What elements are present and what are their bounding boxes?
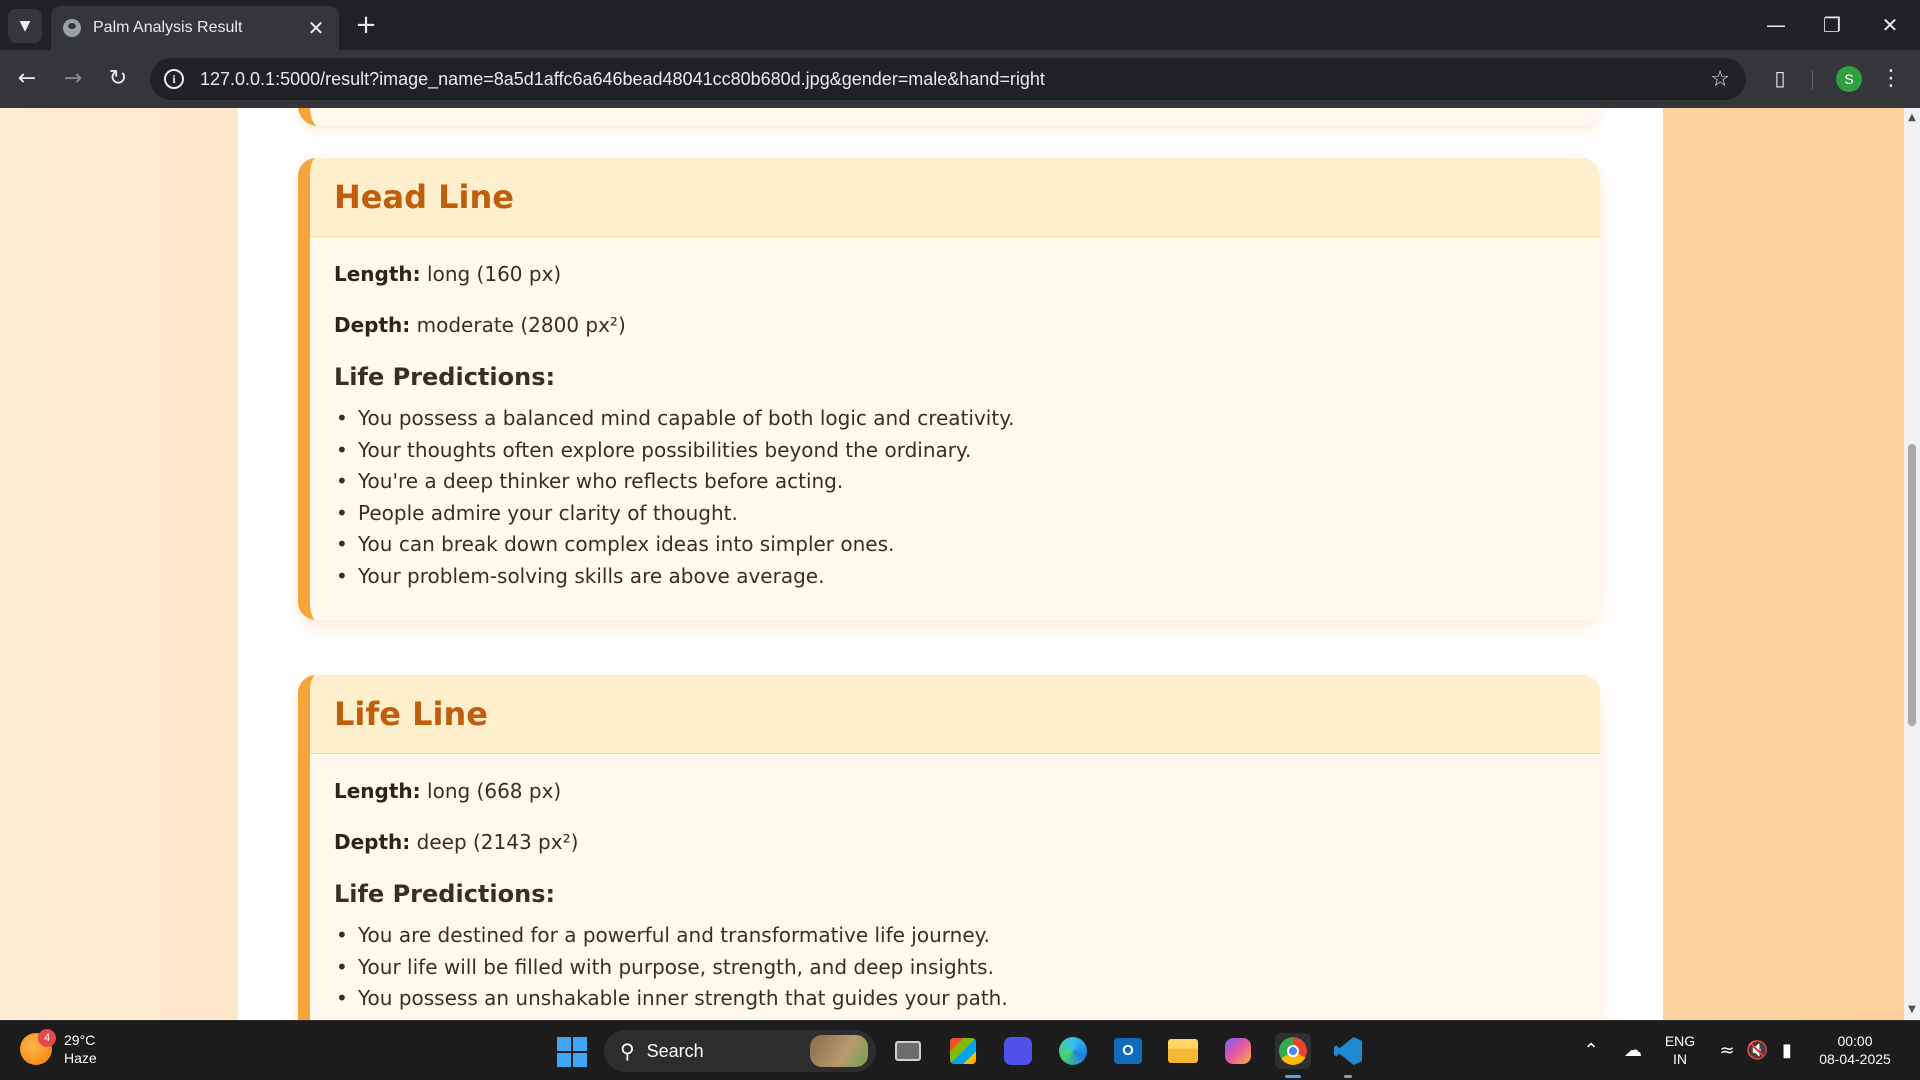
predictions-list: You are destined for a powerful and tran… [334,920,1576,1015]
lang-bottom: IN [1673,1051,1687,1067]
teams-meet-icon[interactable] [1000,1033,1036,1069]
lang-top: ENG [1664,1033,1696,1049]
restore-icon[interactable]: ❐ [1812,10,1852,40]
depth-label: Depth: [334,313,411,337]
search-label: Search [646,1040,704,1061]
volume-muted-icon[interactable]: 🔇 [1746,1041,1768,1061]
length-metric: Length: long (160 px) [334,261,1576,287]
predictions-heading: Life Predictions: [334,880,556,908]
menu-kebab-icon[interactable]: ⋮ [1880,64,1902,94]
prediction-item: You can break down complex ideas into si… [334,529,1576,561]
notification-badge: 4 [38,1029,56,1047]
card-body: Length: long (160 px) Depth: moderate (2… [310,237,1600,620]
scroll-down-icon[interactable]: ▼ [1904,1002,1920,1018]
card-body: Length: long (668 px) Depth: deep (2143 … [310,754,1600,1020]
scrollbar-thumb[interactable] [1908,444,1916,726]
prediction-item: You're a deep thinker who reflects befor… [334,466,1576,498]
task-view-icon[interactable] [890,1033,926,1069]
length-label: Length: [334,779,421,803]
depth-value: deep (2143 px²) [416,830,579,854]
card-title: Life Line [334,695,488,733]
vscode-icon[interactable] [1330,1033,1366,1069]
windows-start-icon[interactable] [557,1037,587,1067]
reload-icon[interactable]: ↻ [103,64,133,94]
vscode-running-indicator [1344,1075,1352,1078]
chrome-icon[interactable] [1275,1033,1311,1069]
browser-toolbar: ← → ↻ i 127.0.0.1:5000/result?image_name… [0,50,1920,108]
weather-temp: 29°C [64,1032,96,1048]
length-value: long (668 px) [427,779,562,803]
life-line-card: Life Line Length: long (668 px) Depth: d… [298,675,1600,1020]
minimize-icon[interactable]: — [1756,10,1796,40]
length-label: Length: [334,262,421,286]
outlook-icon[interactable]: O [1110,1033,1146,1069]
prediction-item: Your life will be filled with purpose, s… [334,952,1576,984]
weather-desc: Haze [64,1050,97,1066]
prediction-item: You are destined for a powerful and tran… [334,920,1576,952]
new-tab-button[interactable]: + [352,11,380,39]
globe-icon [63,19,81,37]
clock[interactable]: 00:00 08-04-2025 [1810,1032,1900,1068]
length-value: long (160 px) [427,262,562,286]
depth-metric: Depth: deep (2143 px²) [334,829,1576,855]
url-text[interactable]: 127.0.0.1:5000/result?image_name=8a5d1af… [200,69,1710,90]
windows-taskbar: 4 29°C Haze ⚲ Search O ⌃ ☁ ENG IN ≈ 🔇 ▮ … [0,1020,1920,1080]
wifi-icon[interactable]: ≈ [1716,1041,1738,1061]
search-icon: ⚲ [620,1039,635,1063]
browser-tab-active[interactable]: Palm Analysis Result ✕ [51,6,339,50]
head-line-card: Head Line Length: long (160 px) Depth: m… [298,158,1600,620]
file-explorer-icon[interactable] [1165,1033,1201,1069]
page-viewport: Head Line Length: long (160 px) Depth: m… [0,108,1904,1020]
predictions-heading: Life Predictions: [334,363,556,391]
page-scrollbar[interactable]: ▲ ▼ [1904,108,1920,1020]
show-hidden-icons-chevron-icon[interactable]: ⌃ [1580,1041,1602,1061]
length-metric: Length: long (668 px) [334,778,1576,804]
depth-label: Depth: [334,830,411,854]
language-indicator[interactable]: ENG IN [1660,1032,1700,1068]
back-icon[interactable]: ← [12,64,42,94]
tab-title: Palm Analysis Result [93,19,243,36]
prediction-item: You possess a balanced mind capable of b… [334,403,1576,435]
bookmark-star-icon[interactable]: ☆ [1710,67,1730,92]
clock-time: 00:00 [1837,1033,1873,1049]
prediction-item: You possess an unshakable inner strength… [334,983,1576,1015]
taskbar-search[interactable]: ⚲ Search [604,1030,876,1072]
predictions-list: You possess a balanced mind capable of b… [334,403,1576,592]
close-window-icon[interactable]: ✕ [1870,10,1910,40]
battery-icon[interactable]: ▮ [1776,1041,1798,1061]
profile-avatar[interactable]: S [1836,66,1862,92]
card-title: Head Line [334,178,514,216]
prediction-item: People admire your clarity of thought. [334,498,1576,530]
browser-titlebar: ▼ Palm Analysis Result ✕ + — ❐ ✕ [0,0,1920,50]
card-header: Head Line [310,158,1600,237]
close-tab-icon[interactable]: ✕ [305,17,327,39]
previous-card-bottom [298,108,1600,126]
edge-browser-icon[interactable] [1055,1033,1091,1069]
site-info-icon[interactable]: i [164,69,184,89]
prediction-item: Your problem-solving skills are above av… [334,561,1576,593]
microsoft-store-icon[interactable] [945,1033,981,1069]
chrome-active-indicator [1285,1075,1301,1078]
prediction-item: Your thoughts often explore possibilitie… [334,435,1576,467]
weather-widget[interactable]: 4 29°C Haze [20,1029,97,1067]
weather-sun-icon: 4 [20,1029,56,1065]
onedrive-cloud-icon[interactable]: ☁ [1622,1041,1644,1061]
search-highlight-image [810,1035,868,1067]
copilot-icon[interactable] [1220,1033,1256,1069]
extensions-icon[interactable]: ▯ [1768,66,1792,90]
tab-search-button[interactable]: ▼ [8,9,42,43]
clock-date: 08-04-2025 [1819,1051,1891,1067]
address-bar[interactable]: i 127.0.0.1:5000/result?image_name=8a5d1… [150,58,1746,100]
forward-icon[interactable]: → [58,64,88,94]
depth-value: moderate (2800 px²) [416,313,626,337]
toolbar-divider [1812,70,1813,90]
weather-text: 29°C Haze [64,1031,97,1067]
chevron-down-icon: ▼ [19,18,31,34]
depth-metric: Depth: moderate (2800 px²) [334,312,1576,338]
scroll-up-icon[interactable]: ▲ [1904,110,1920,126]
content-container: Head Line Length: long (160 px) Depth: m… [238,108,1663,1020]
card-header: Life Line [310,675,1600,754]
